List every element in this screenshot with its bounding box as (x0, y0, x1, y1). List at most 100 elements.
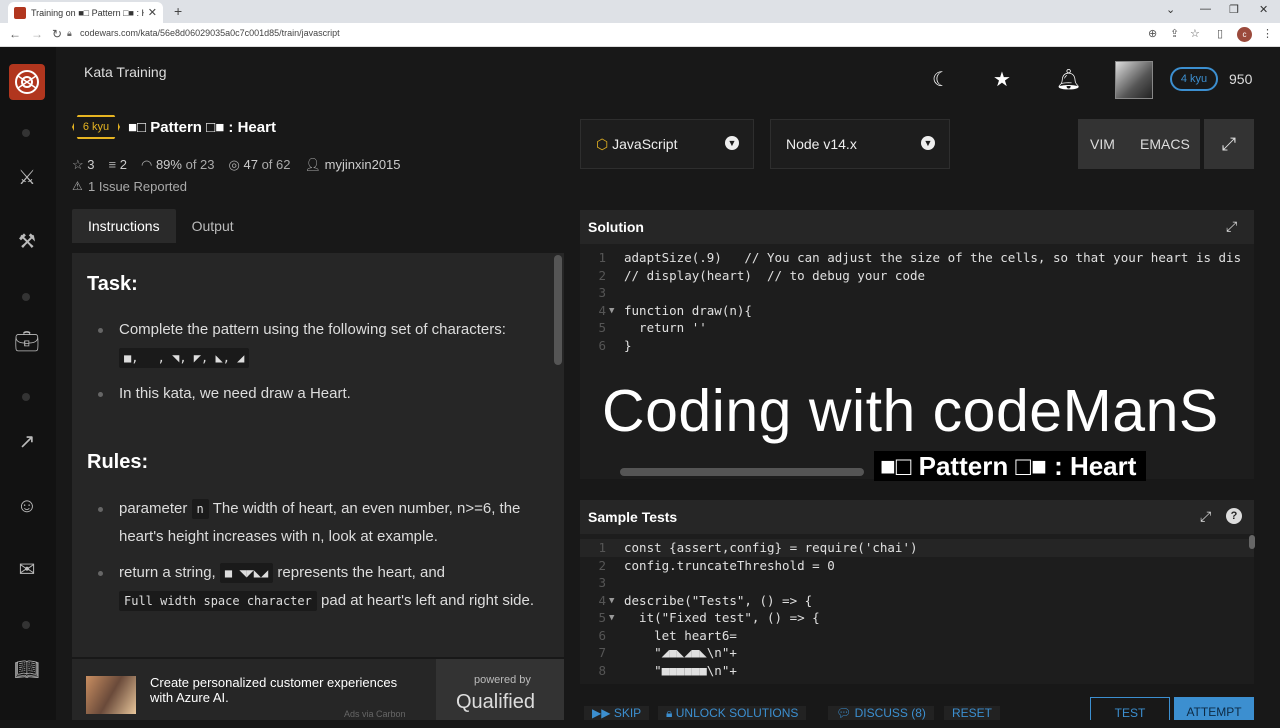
javascript-icon: ⬡ (596, 136, 609, 152)
zoom-icon[interactable]: ⊕ (1148, 27, 1157, 40)
language-label: ⬡ JavaScript (596, 136, 677, 153)
fullscreen-button[interactable]: ⤢ (1204, 119, 1254, 169)
issues-link[interactable]: 1 Issue Reported (88, 179, 187, 194)
test-button[interactable]: TEST (1090, 697, 1170, 720)
line-number: 8 (598, 663, 606, 678)
tab-instructions[interactable]: Instructions (72, 209, 176, 243)
practice-icon[interactable]: ⚒ (14, 229, 40, 255)
ad-image (86, 676, 136, 714)
expand-icon[interactable]: ⤢ (1200, 508, 1211, 525)
trending-icon[interactable]: ↗ (14, 429, 40, 455)
keymap-toggle: VIM EMACS (1078, 119, 1200, 169)
qualified-promo[interactable]: powered by Qualified (436, 659, 564, 720)
help-icon[interactable]: ? (1226, 508, 1242, 524)
window-close-icon[interactable]: ✕ (1259, 3, 1268, 16)
skip-button[interactable]: ▶▶ SKIP (584, 706, 650, 720)
new-tab-button[interactable]: + (174, 3, 182, 19)
close-tab-icon[interactable]: ✕ (148, 6, 157, 19)
tests-scrollbar[interactable] (1249, 535, 1255, 549)
share-icon[interactable]: ⇪ (1170, 27, 1179, 40)
discuss-button[interactable]: 💬︎ DISCUSS (8) (828, 706, 934, 720)
main-content: Kata Training ☾ ★ 🔔︎ 4 kyu 950 6 kyu ■□ … (56, 47, 1280, 720)
code-text: adaptSize(.9) // You can adjust the size… (624, 250, 1242, 265)
discord-icon[interactable]: ☺ (14, 493, 40, 519)
bullet (98, 571, 103, 576)
briefcase-icon[interactable]: 💼︎ (14, 329, 40, 355)
solution-header: Solution ⤢ (580, 210, 1254, 244)
line-number: 4 (598, 303, 606, 318)
tab-search-chevron-icon[interactable]: ⌄ (1166, 3, 1175, 16)
chevron-down-icon: ▼ (725, 136, 739, 150)
rule-2-post: represents the heart, and (277, 564, 446, 581)
rule-2-pre: return a string, (119, 564, 216, 581)
restore-icon[interactable]: ❐ (1229, 3, 1239, 16)
attempt-button[interactable]: ATTEMPT (1174, 697, 1254, 720)
fold-arrow-icon[interactable]: ▼ (609, 609, 614, 627)
codewars-logo[interactable] (9, 64, 45, 100)
codewars-logo-icon (15, 70, 39, 94)
version-select[interactable]: Node v14.x ▼ (770, 119, 950, 169)
minimize-icon[interactable]: — (1200, 3, 1211, 15)
unlock-label: UNLOCK SOLUTIONS (675, 706, 799, 720)
codewars-favicon-icon (14, 6, 26, 19)
profile-avatar[interactable]: c (1237, 27, 1252, 42)
task-item-2: In this kata, we need draw a Heart. (119, 385, 351, 402)
emacs-button[interactable]: EMACS (1140, 136, 1190, 152)
side-panel-icon[interactable]: ▯ (1217, 27, 1223, 40)
reset-button[interactable]: RESET (944, 706, 1001, 720)
chat-icon[interactable]: ✉ (14, 557, 40, 583)
instruction-tabs: Instructions Output (72, 209, 250, 243)
dark-mode-moon-icon[interactable]: ☾ (932, 67, 950, 92)
satisfaction-of: of 23 (185, 157, 215, 172)
code-text: function draw(n){ (624, 303, 752, 318)
instructions-scrollbar[interactable] (554, 255, 562, 365)
bookmark-icon[interactable]: ★ (993, 67, 1011, 92)
language-select[interactable]: ⬡ JavaScript ▼ (580, 119, 754, 169)
solution-heading: Solution (588, 219, 644, 235)
code-line: 2 // display(heart) // to debug your code (580, 267, 1254, 285)
instructions-panel: Task: Complete the pattern using the fol… (72, 253, 564, 657)
sidebar-separator (22, 293, 30, 301)
bullet (98, 328, 103, 333)
forward-icon[interactable]: → (31, 27, 43, 41)
carbon-ad[interactable]: Create personalized customer experiences… (72, 659, 564, 720)
back-icon[interactable]: ← (9, 27, 21, 41)
reload-icon[interactable]: ↻ (52, 27, 62, 41)
rule-2-post-2: pad at heart's left and right side. (321, 592, 535, 609)
task-chars: ■, , ◥, ◤, ◣, ◢ (119, 348, 250, 368)
stars-stat[interactable]: ☆ 3 (72, 157, 95, 173)
user-avatar[interactable] (1115, 61, 1153, 99)
expand-icon[interactable]: ⤢ (1226, 218, 1237, 235)
ad-text[interactable]: Create personalized customer experiences… (150, 675, 420, 705)
user-rank-badge: 4 kyu (1170, 67, 1218, 91)
docs-book-icon[interactable]: 📖︎ (14, 657, 40, 683)
vim-button[interactable]: VIM (1090, 136, 1115, 152)
ad-via: Ads via Carbon (344, 709, 406, 719)
tab-output[interactable]: Output (176, 209, 250, 243)
code-line: 5 ▼ it("Fixed test", () => { (580, 609, 1254, 627)
rule-1-pre: parameter (119, 500, 188, 517)
skip-icon: ▶▶ (592, 706, 611, 720)
browser-tabbar: Training on ■□ Pattern □■ : Hea ✕ + ⌄ — … (0, 0, 1280, 23)
rule-2-code: ■ ◥◤◣◢ (219, 563, 274, 583)
browser-tab[interactable]: Training on ■□ Pattern □■ : Hea ✕ (8, 2, 163, 23)
notifications-bell-icon[interactable]: 🔔︎ (1056, 67, 1081, 92)
line-number: 4 (598, 593, 606, 608)
browser-menu-icon[interactable]: ⋮ (1262, 27, 1273, 40)
code-text: // display(heart) // to debug your code (624, 268, 926, 283)
rules-heading: Rules: (87, 451, 149, 473)
training-icon[interactable]: ⚔ (14, 165, 40, 191)
collections-stat[interactable]: ≡ 2 (109, 157, 127, 173)
fold-arrow-icon[interactable]: ▼ (609, 302, 614, 320)
kata-rank-badge: 6 kyu (72, 115, 120, 139)
sample-tests-editor[interactable]: 1 const {assert,config} = require('chai')… (580, 534, 1254, 684)
author-stat[interactable]: 👤︎ myjinxin2015 (305, 157, 401, 173)
bookmark-star-icon[interactable]: ☆ (1190, 27, 1200, 40)
editor-horizontal-scrollbar[interactable] (620, 468, 864, 476)
sidebar: ⚔ ⚒ 💼︎ ↗ ☺ ✉ 📖︎ (0, 47, 56, 720)
line-number: 2 (598, 558, 606, 573)
url-field[interactable]: codewars.com/kata/56e8d06029035a0c7c001d… (80, 28, 340, 38)
unlock-solutions-button[interactable]: 🔒︎ UNLOCK SOLUTIONS (658, 706, 807, 720)
lock-icon: 🔒︎ (666, 706, 673, 720)
fold-arrow-icon[interactable]: ▼ (609, 592, 614, 610)
